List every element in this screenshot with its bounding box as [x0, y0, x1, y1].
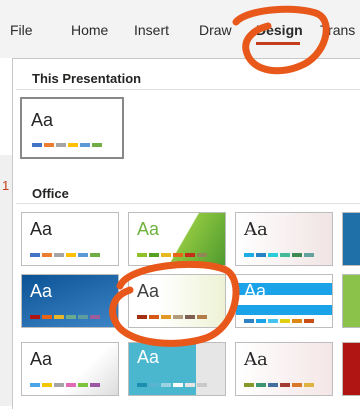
- theme-preview-text: Aa: [137, 219, 160, 239]
- theme-preview-text: Aa: [244, 349, 268, 370]
- section-divider: [16, 203, 360, 204]
- theme-preview-text: Aa: [31, 110, 54, 130]
- tab-design[interactable]: Design: [256, 22, 303, 38]
- theme-thumb-partial[interactable]: [342, 274, 360, 328]
- slide-number: 1: [2, 178, 10, 193]
- theme-preview-text: Aa: [30, 281, 53, 301]
- theme-color-strip: [32, 143, 102, 147]
- theme-thumb-ion[interactable]: Aa: [21, 274, 119, 328]
- tab-draw[interactable]: Draw: [199, 22, 232, 38]
- theme-thumb-slice[interactable]: Aa: [235, 274, 333, 328]
- theme-color-strip: [244, 383, 314, 387]
- theme-thumb-office[interactable]: Aa: [21, 212, 119, 266]
- theme-thumb-circuit[interactable]: Aa: [21, 342, 119, 396]
- theme-color-strip: [137, 315, 207, 319]
- theme-color-strip: [137, 253, 207, 257]
- theme-preview-text: Aa: [30, 349, 53, 369]
- theme-decoration: [236, 305, 332, 315]
- theme-thumb-integral[interactable]: Aa: [235, 212, 333, 266]
- theme-thumb-partial[interactable]: [342, 342, 360, 396]
- theme-color-strip: [244, 253, 314, 257]
- active-tab-indicator: [256, 42, 300, 45]
- theme-preview-text: Aa: [30, 219, 53, 239]
- ribbon-tab-bar: [0, 0, 360, 58]
- theme-color-strip: [137, 383, 207, 387]
- theme-thumb-partial[interactable]: [342, 212, 360, 266]
- theme-color-strip: [30, 315, 100, 319]
- theme-thumb-current[interactable]: Aa: [20, 97, 124, 159]
- theme-thumb-facet[interactable]: Aa: [128, 212, 226, 266]
- tab-file[interactable]: File: [10, 22, 33, 38]
- section-divider: [16, 89, 360, 90]
- tab-home[interactable]: Home: [71, 22, 108, 38]
- theme-preview-text: Aa: [137, 347, 160, 367]
- theme-color-strip: [30, 383, 100, 387]
- tab-insert[interactable]: Insert: [134, 22, 169, 38]
- theme-color-strip: [244, 319, 314, 323]
- theme-preview-text: Aa: [244, 219, 268, 240]
- theme-thumb-wisp[interactable]: Aa: [128, 342, 226, 396]
- theme-thumb-retrospect[interactable]: Aa: [128, 274, 226, 328]
- section-this-presentation: This Presentation: [32, 71, 142, 86]
- tab-transitions[interactable]: Trans: [320, 22, 355, 38]
- theme-thumb-organic[interactable]: Aa: [235, 342, 333, 396]
- section-office: Office: [32, 186, 69, 201]
- theme-color-strip: [30, 253, 100, 257]
- theme-preview-text: Aa: [244, 281, 267, 301]
- theme-preview-text: Aa: [137, 281, 160, 301]
